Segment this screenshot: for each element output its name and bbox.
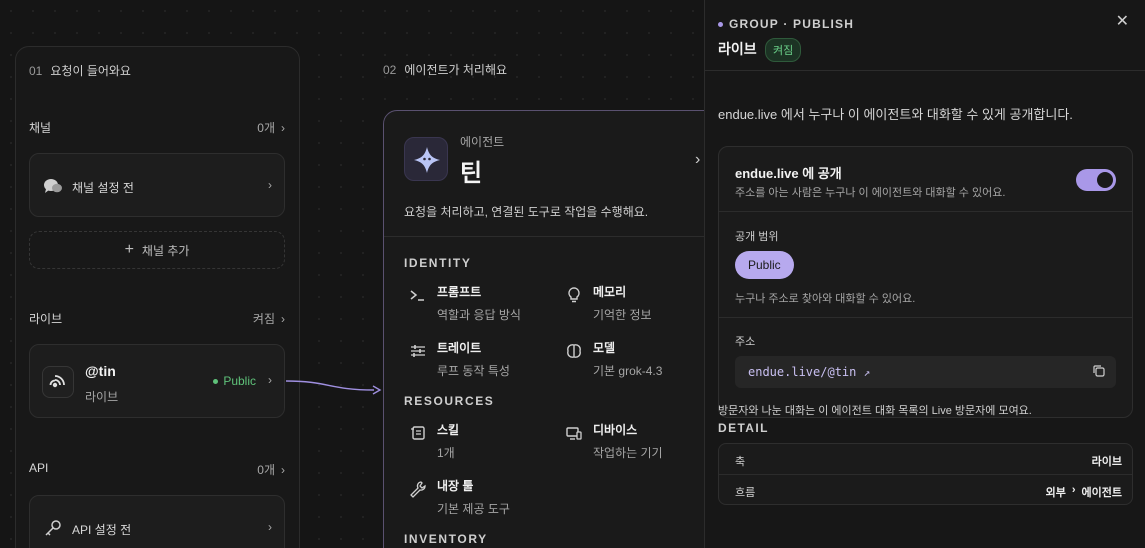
resource-item-devices[interactable]: 디바이스 작업하는 기기 [565,421,663,461]
scope-description: 누구나 주소로 찾아와 대화할 수 있어요. [735,293,916,305]
chevron-right-icon: › [281,120,285,135]
inventory-group-title: INVENTORY [404,532,488,546]
panel-eyebrow: GROUP · PUBLISH [718,17,854,31]
wrench-icon [409,480,427,498]
publish-settings-card: endue.live 에 공개 주소를 아는 사람은 누구나 이 에이전트와 대… [718,146,1133,418]
api-count[interactable]: 0개 › [257,461,285,478]
column-header: 02 에이전트가 처리해요 [383,63,508,77]
address-url[interactable]: endue.live/@tin ↗ [748,365,870,379]
chevron-right-icon: › [1071,484,1076,496]
copy-icon[interactable] [1092,364,1106,378]
key-icon [44,519,62,537]
scope-label: 공개 범위 [735,231,779,243]
agent-kind-label: 에이전트 [460,135,505,149]
resource-item-builtin-tools[interactable]: 내장 툴 기본 제공 도구 [409,477,510,517]
panel-title: 라이브 [718,41,757,57]
api-card-label: API 설정 전 [72,523,132,537]
channel-card-label: 채널 설정 전 [72,181,134,195]
chevron-right-icon: › [268,178,272,192]
brain-icon [565,342,583,360]
column-header: 01 요청이 들어와요 [29,64,131,78]
live-status[interactable]: 켜짐 › [253,310,285,327]
agent-avatar [404,137,448,181]
live-sub-label: 라이브 [85,390,119,404]
chevron-right-icon[interactable]: › [695,151,700,169]
detail-row: 축 라이브 [735,456,1122,468]
agent-card[interactable]: 에이전트 틴 › 요청을 처리하고, 연결된 도구로 작업을 수행해요. IDE… [383,110,724,548]
address-field[interactable]: endue.live/@tin ↗ [735,356,1116,388]
detail-title: DETAIL [718,421,769,435]
identity-item-model[interactable]: 모델 기본 grok-4.3 [565,339,662,379]
divider [719,317,1132,318]
panel-intro: endue.live 에서 누구나 이 에이전트와 대화할 수 있게 공개합니다… [718,107,1073,122]
resource-item-skills[interactable]: 스킬 1개 [409,421,459,461]
api-card[interactable]: API 설정 전 › [29,495,285,548]
live-handle: @tin [85,363,116,379]
scope-public-chip[interactable]: Public [735,251,794,279]
sliders-icon [409,342,427,360]
live-section-label: 라이브 [29,312,63,326]
divider [719,211,1132,212]
chevron-right-icon: › [281,462,285,477]
channel-card[interactable]: 채널 설정 전 › [29,153,285,217]
flow-value: 외부 › 에이전트 [1045,484,1122,499]
identity-group-title: IDENTITY [404,256,472,270]
agent-description: 요청을 처리하고, 연결된 도구로 작업을 수행해요. [404,205,649,219]
divider [705,70,1145,71]
agent-name: 틴 [460,160,483,187]
identity-item-traits[interactable]: 트레이트 루프 동작 특성 [409,339,510,379]
publish-toggle-title: endue.live 에 공개 [735,166,842,181]
visibility-badge: Public [213,374,256,388]
publish-toggle-description: 주소를 아는 사람은 누구나 이 에이전트와 대화할 수 있어요. [735,187,1006,199]
publish-toggle[interactable] [1076,169,1116,191]
group-dot-icon [718,21,723,27]
plus-icon: + [124,241,134,258]
address-label: 주소 [735,336,756,348]
terminal-icon [409,286,427,304]
identity-item-memory[interactable]: 메모리 기억한 정보 [565,283,652,323]
divider [384,236,724,237]
devices-icon [565,424,583,442]
chevron-right-icon: › [268,373,272,387]
scroll-icon [409,424,427,442]
status-badge: 켜짐 [765,38,802,62]
chat-bubbles-icon [43,177,63,195]
resources-group-title: RESOURCES [404,394,495,408]
trigger-column: 01 요청이 들어와요 채널 0개 › 채널 설정 전 › + 채널 추가 라이브 … [15,46,300,548]
publish-panel: GROUP · PUBLISH ✕ 라이브 켜짐 endue.live 에서 누… [704,0,1145,548]
sparkle-icon [414,147,440,173]
api-section-label: API [29,461,49,475]
identity-item-prompt[interactable]: 프롬프트 역할과 응답 방식 [409,283,521,323]
channel-section-label: 채널 [29,121,52,135]
channel-count[interactable]: 0개 › [257,119,285,136]
detail-table: 축 라이브 흐름 외부 › 에이전트 [718,443,1133,505]
status-dot-icon [213,378,219,384]
toggle-knob [1097,172,1113,188]
live-card[interactable]: @tin 라이브 Public › [29,344,285,418]
close-icon[interactable]: ✕ [1116,11,1129,31]
chevron-right-icon: › [281,311,285,326]
add-channel-button[interactable]: + 채널 추가 [29,231,285,269]
chevron-right-icon: › [268,520,272,534]
lightbulb-icon [565,286,583,304]
address-note: 방문자와 나눈 대화는 이 에이전트 대화 목록의 Live 방문자에 모여요. [718,405,1032,417]
external-link-icon: ↗ [863,366,871,379]
detail-row: 흐름 외부 › 에이전트 [735,484,1122,499]
broadcast-icon [42,366,74,398]
flow-connector [285,380,382,395]
